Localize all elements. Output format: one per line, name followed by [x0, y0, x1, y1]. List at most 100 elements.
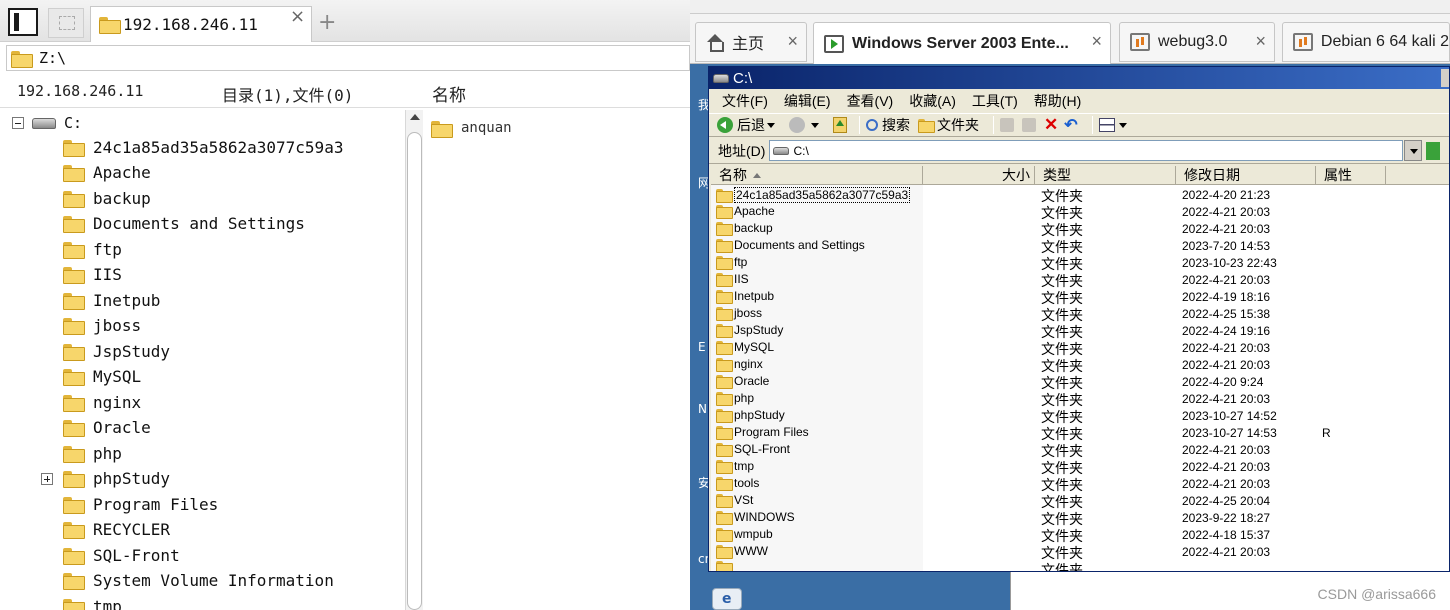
- table-row[interactable]: IIS 文件夹 2022-4-21 20:03: [711, 271, 1449, 289]
- table-row[interactable]: WWW 文件夹 2022-4-21 20:03: [711, 543, 1449, 561]
- tree-item[interactable]: Oracle: [63, 416, 151, 440]
- move-to-icon[interactable]: [1000, 118, 1014, 132]
- tree-item[interactable]: Apache: [63, 161, 151, 185]
- column-header-name[interactable]: 名称: [711, 166, 923, 185]
- tab-debian-kali[interactable]: Debian 6 64 kali 2: [1282, 22, 1450, 62]
- chevron-down-icon[interactable]: [1118, 122, 1127, 128]
- table-row[interactable]: WINDOWS 文件夹 2023-9-22 18:27: [711, 509, 1449, 527]
- table-row[interactable]: JspStudy 文件夹 2022-4-24 19:16: [711, 322, 1449, 340]
- table-row[interactable]: phpStudy 文件夹 2023-10-27 14:52: [711, 407, 1449, 425]
- table-row[interactable]: tmp 文件夹 2022-4-21 20:03: [711, 458, 1449, 476]
- tab-home[interactable]: 主页 ×: [695, 22, 807, 62]
- table-row[interactable]: Oracle 文件夹 2022-4-20 9:24: [711, 373, 1449, 391]
- scroll-up-icon[interactable]: [410, 114, 420, 120]
- tab-close-icon[interactable]: ×: [787, 31, 798, 52]
- table-row[interactable]: SQL-Front 文件夹 2022-4-21 20:03: [711, 441, 1449, 459]
- panel-toggle-button[interactable]: [8, 8, 38, 36]
- empty-tab-button[interactable]: [48, 8, 84, 38]
- menu-tools[interactable]: 工具(T): [972, 91, 1018, 111]
- search-button[interactable]: 搜索: [866, 115, 910, 135]
- tree-scrollbar[interactable]: [405, 110, 423, 610]
- address-value: C:\: [793, 143, 809, 158]
- minimize-button[interactable]: [1441, 69, 1449, 87]
- file-name: Documents and Settings: [734, 238, 865, 252]
- tab-close-icon[interactable]: ×: [290, 6, 305, 27]
- table-row[interactable]: Program Files 文件夹 2023-10-27 14:53 R: [711, 424, 1449, 442]
- menu-file[interactable]: 文件(F): [722, 91, 768, 111]
- views-icon[interactable]: [1098, 118, 1115, 132]
- undo-icon[interactable]: ↶: [1064, 115, 1077, 135]
- tree-item[interactable]: jboss: [63, 314, 141, 338]
- tree-item[interactable]: MySQL: [63, 365, 141, 389]
- copy-to-icon[interactable]: [1022, 118, 1036, 132]
- table-row[interactable]: VSt 文件夹 2022-4-25 20:04: [711, 492, 1449, 510]
- tab-label: Windows Server 2003 Ente...: [852, 34, 1069, 52]
- column-header-modified[interactable]: 修改日期: [1176, 166, 1316, 185]
- tree-item[interactable]: Documents and Settings: [63, 212, 305, 236]
- tree-item[interactable]: SQL-Front: [63, 543, 180, 567]
- chevron-down-icon[interactable]: [767, 122, 775, 128]
- column-header-attributes[interactable]: 属性: [1316, 166, 1386, 185]
- table-row[interactable]: ftp 文件夹 2023-10-23 22:43: [711, 254, 1449, 272]
- table-row[interactable]: tools 文件夹 2022-4-21 20:03: [711, 475, 1449, 493]
- tree-item[interactable]: Inetpub: [63, 288, 160, 312]
- tab-host[interactable]: 192.168.246.11: [90, 6, 312, 42]
- menu-edit[interactable]: 编辑(E): [784, 91, 831, 111]
- collapse-icon[interactable]: [12, 117, 24, 129]
- new-tab-button[interactable]: +: [318, 10, 336, 35]
- address-bar[interactable]: Z:\: [6, 45, 690, 71]
- folder-up-icon[interactable]: [833, 117, 847, 133]
- tab-close-icon[interactable]: ×: [1091, 31, 1102, 52]
- table-row[interactable]: Inetpub 文件夹 2022-4-19 18:16: [711, 288, 1449, 306]
- tree-item[interactable]: IIS: [63, 263, 122, 287]
- window-title-bar[interactable]: C:\: [709, 67, 1449, 89]
- forward-button[interactable]: [789, 117, 825, 133]
- toolbar-separator: [993, 116, 994, 134]
- tab-close-icon[interactable]: ×: [1255, 31, 1266, 52]
- back-button[interactable]: 后退: [709, 115, 781, 135]
- tree-item[interactable]: JspStudy: [63, 339, 170, 363]
- tree-item[interactable]: 24c1a85ad35a5862a3077c59a3: [63, 135, 343, 159]
- column-header-size[interactable]: 大小: [923, 166, 1035, 185]
- folders-button[interactable]: 文件夹: [918, 115, 979, 135]
- expand-icon[interactable]: [41, 472, 53, 485]
- cell-modified: 2023-10-23 22:43: [1182, 256, 1277, 270]
- menu-help[interactable]: 帮助(H): [1034, 91, 1081, 111]
- table-row[interactable]: jboss 文件夹 2022-4-25 15:38: [711, 305, 1449, 323]
- cell-name: wmpub: [716, 527, 773, 542]
- tree-item[interactable]: php: [63, 441, 122, 465]
- chevron-down-icon[interactable]: [811, 122, 819, 128]
- list-item[interactable]: anquan: [431, 120, 512, 138]
- table-row[interactable]: Apache 文件夹 2022-4-21 20:03: [711, 203, 1449, 221]
- table-row[interactable]: Documents and Settings 文件夹 2023-7-20 14:53: [711, 237, 1449, 255]
- tree-item[interactable]: nginx: [63, 390, 141, 414]
- table-row[interactable]: 文件夹: [711, 560, 1449, 571]
- vm-icon: [824, 34, 844, 53]
- tab-webug[interactable]: webug3.0 ×: [1119, 22, 1275, 62]
- menu-favorites[interactable]: 收藏(A): [909, 91, 956, 111]
- tab-windows-server-2003[interactable]: Windows Server 2003 Ente... ×: [813, 22, 1111, 64]
- menu-view[interactable]: 查看(V): [847, 91, 894, 111]
- tree-item[interactable]: phpStudy: [41, 467, 170, 491]
- tree-item[interactable]: tmp: [63, 594, 122, 610]
- go-button[interactable]: [1426, 141, 1441, 160]
- table-row[interactable]: wmpub 文件夹 2022-4-18 15:37: [711, 526, 1449, 544]
- internet-explorer-icon[interactable]: e: [712, 588, 742, 610]
- name-column-header[interactable]: 名称: [432, 81, 466, 106]
- tree-item[interactable]: backup: [63, 186, 151, 210]
- table-row[interactable]: 24c1a85ad35a5862a3077c59a3 文件夹 2022-4-20 2…: [711, 186, 1449, 204]
- tree-item[interactable]: System Volume Information: [63, 569, 334, 593]
- delete-icon[interactable]: ✕: [1044, 115, 1058, 135]
- address-input[interactable]: C:\: [769, 140, 1404, 161]
- table-row[interactable]: nginx 文件夹 2022-4-21 20:03: [711, 356, 1449, 374]
- tree-item[interactable]: RECYCLER: [63, 518, 170, 542]
- table-row[interactable]: MySQL 文件夹 2022-4-21 20:03: [711, 339, 1449, 357]
- tree-item[interactable]: ftp: [63, 237, 122, 261]
- tree-root-drive[interactable]: C:: [12, 114, 82, 132]
- table-row[interactable]: backup 文件夹 2022-4-21 20:03: [711, 220, 1449, 238]
- address-dropdown-button[interactable]: [1404, 140, 1423, 161]
- table-row[interactable]: php 文件夹 2022-4-21 20:03: [711, 390, 1449, 408]
- column-header-type[interactable]: 类型: [1035, 166, 1176, 185]
- tree-item[interactable]: Program Files: [63, 492, 218, 516]
- scroll-thumb[interactable]: [407, 132, 422, 610]
